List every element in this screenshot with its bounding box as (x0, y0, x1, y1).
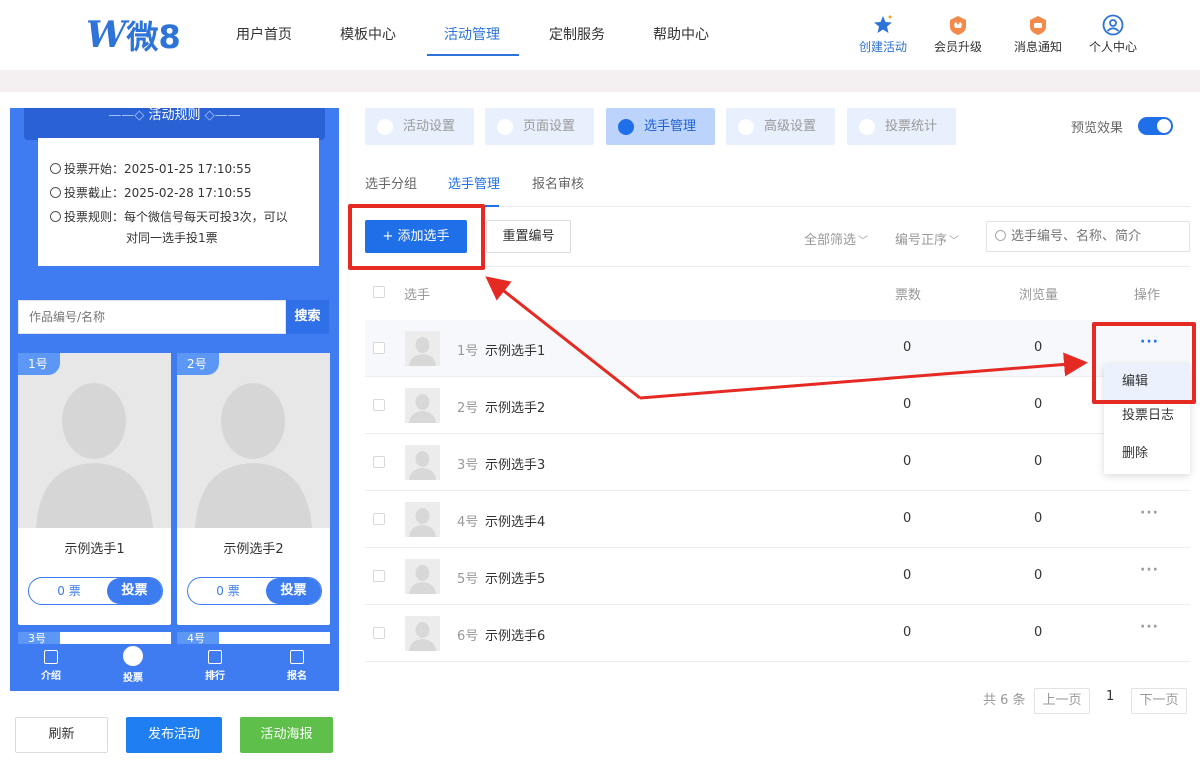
arrow-to-edit-menu (639, 352, 1088, 400)
annotation-arrows (485, 276, 1088, 400)
arrow-to-add-button (485, 276, 641, 400)
